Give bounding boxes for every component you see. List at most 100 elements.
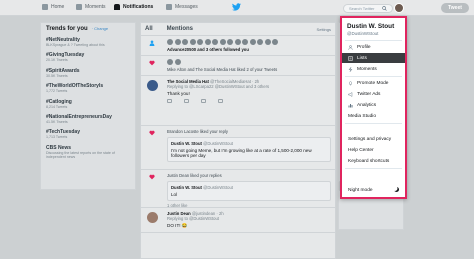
liker-avatars (167, 59, 331, 65)
trend-item[interactable]: #NationalEntrepreneursDay 41.5K Tweets (46, 114, 130, 124)
megaphone-icon (348, 91, 353, 97)
notifications-feed: All Mentions Settings Advance20500 and 3… (140, 22, 336, 259)
menu-user-name[interactable]: Dustin W. Stout (347, 23, 394, 30)
like-notification[interactable]: Brandon Lacoste liked your reply Dustin … (141, 126, 335, 170)
search-placeholder: Search Twitter (349, 6, 375, 11)
bird-icon[interactable] (232, 3, 241, 11)
quote-text: Lol (171, 192, 178, 197)
menu-item-help-center[interactable]: Help Center (342, 145, 405, 155)
menu-item-profile[interactable]: Profile (342, 42, 405, 52)
menu-item-twitter-ads[interactable]: Twitter Ads (342, 89, 405, 99)
top-nav-bar: Home Moments Notifications Messages Sear… (0, 0, 474, 16)
settings-link[interactable]: Settings (317, 27, 331, 32)
quoted-tweet[interactable]: Dustin W. Stout @DustinWStout Lol (167, 181, 331, 201)
menu-item-analytics[interactable]: Analytics (342, 100, 405, 110)
quote-author: Dustin W. Stout (171, 185, 202, 190)
nav-messages-label: Messages (175, 4, 198, 10)
trend-item[interactable]: #NetNeutrality BLKSprague & ? Tweeting ab… (46, 37, 130, 47)
bolt-icon (348, 66, 353, 72)
nav-messages[interactable]: Messages (166, 4, 198, 10)
menu-item-media-studio[interactable]: Media Studio (342, 111, 405, 121)
heart-icon (149, 60, 155, 66)
follow-notification[interactable]: Advance20500 and 3 others followed you (141, 36, 335, 56)
tab-all[interactable]: All (145, 26, 153, 32)
notification-tabs: All Mentions Settings (141, 23, 335, 36)
tweet-button[interactable]: Tweet (441, 3, 469, 13)
reply-tweet[interactable]: The Social Media Hat @TheSocialMediaHat … (141, 76, 335, 126)
rocket-icon (349, 80, 352, 85)
quote-handle: @DustinWStout (203, 141, 233, 146)
trend-item[interactable]: #GivingTuesday 20.1K Tweets (46, 52, 130, 62)
heart-icon (149, 130, 155, 136)
nav-moments[interactable]: Moments (76, 4, 106, 10)
follow-text: Advance20500 and 3 others followed you (167, 47, 249, 52)
menu-item-promote-mode[interactable]: Promote Mode (342, 78, 405, 88)
quote-handle: @DustinWStout (203, 185, 233, 190)
envelope-icon (166, 4, 172, 10)
trend-item[interactable]: #Catloging 8,214 Tweets (46, 99, 130, 109)
tweet-text: Thank you! (167, 91, 190, 96)
tab-mentions[interactable]: Mentions (167, 26, 193, 32)
trend-item[interactable]: #TheWorldOfTheStoryIs 1,772 Tweets (46, 83, 130, 93)
search-input[interactable]: Search Twitter (343, 4, 393, 13)
menu-user-handle: @DustinWStout (347, 31, 379, 36)
trend-desc: Discussing the latest reports on the sta… (46, 150, 115, 160)
reply-tweet[interactable]: Justin Dean @justindean · 2h Replying to… (141, 208, 335, 233)
like-notification[interactable]: Mike Alton and The Social Media Hat like… (141, 56, 335, 76)
trend-item[interactable]: #SpiritAwards 30.5K Tweets (46, 68, 130, 78)
menu-item-label: Media Studio (348, 113, 376, 119)
quote-text: I'm not going Meme, but I'm growing like… (171, 148, 312, 158)
trends-panel: Trends for you · Change #NetNeutrality BLK… (40, 22, 136, 190)
menu-item-label: Night mode (348, 187, 373, 193)
tweet-actions (167, 99, 331, 103)
menu-item-label: Profile (357, 44, 371, 50)
trend-desc: BLKSprague & ? Tweeting about this (46, 43, 105, 47)
menu-item-label: Lists (357, 55, 367, 61)
trend-item[interactable]: CBS News Discussing the latest reports on… (46, 145, 130, 160)
nav-home-label: Home (51, 4, 65, 10)
person-icon (149, 40, 155, 46)
quote-author: Dustin W. Stout (171, 141, 202, 146)
replying-to: Replying to @DustinWStout (167, 216, 219, 221)
like-text: Justin Dean liked your replies (167, 173, 222, 178)
chart-icon (348, 103, 353, 107)
moments-icon (76, 4, 82, 10)
dm-icon[interactable] (218, 99, 223, 103)
trend-desc: 1,772 Tweets (46, 89, 68, 94)
like-text: Brandon Lacoste liked your reply (167, 129, 228, 134)
menu-item-settings[interactable]: Settings and privacy (342, 134, 405, 144)
nav-notifications-label: Notifications (123, 4, 154, 10)
menu-item-label: Settings and privacy (348, 136, 392, 142)
menu-item-moments[interactable]: Moments (342, 64, 405, 74)
menu-item-label: Moments (357, 66, 377, 72)
quoted-tweet[interactable]: Dustin W. Stout @DustinWStout I'm not go… (167, 137, 331, 162)
menu-item-label: Analytics (357, 102, 377, 108)
reply-icon[interactable] (167, 99, 172, 103)
like-icon[interactable] (201, 99, 206, 103)
follower-avatars (167, 39, 331, 45)
moon-icon (394, 187, 399, 192)
nav-notifications[interactable]: Notifications (114, 4, 153, 10)
trend-desc: 20.1K Tweets (46, 58, 68, 63)
trend-desc: 30.5K Tweets (46, 73, 68, 78)
list-icon (348, 55, 353, 61)
menu-item-night-mode[interactable]: Night mode (342, 185, 405, 195)
menu-item-label: Keyboard shortcuts (348, 158, 390, 164)
menu-item-keyboard-shortcuts[interactable]: Keyboard shortcuts (342, 156, 405, 166)
nav-home[interactable]: Home (42, 4, 64, 10)
replying-to: Replying to @LScarpa22 @DustinWStout and… (167, 84, 270, 89)
trend-item[interactable]: #TechTuesday 1,713 Tweets (46, 129, 130, 139)
trend-desc: 1,713 Tweets (46, 135, 68, 140)
trends-header: Trends for you · Change (46, 26, 130, 32)
trends-change-link[interactable]: · Change (92, 26, 108, 31)
menu-item-lists[interactable]: Lists (342, 53, 405, 63)
heart-icon (149, 174, 155, 180)
trends-title: Trends for you (46, 26, 88, 32)
avatar (147, 212, 158, 223)
like-text: Mike Alton and The Social Media Hat like… (167, 67, 278, 72)
profile-avatar-button[interactable] (394, 3, 404, 13)
like-notification[interactable]: Justin Dean liked your replies Dustin W.… (141, 170, 335, 208)
avatar (147, 80, 158, 91)
menu-divider (345, 40, 402, 41)
retweet-icon[interactable] (184, 99, 189, 103)
